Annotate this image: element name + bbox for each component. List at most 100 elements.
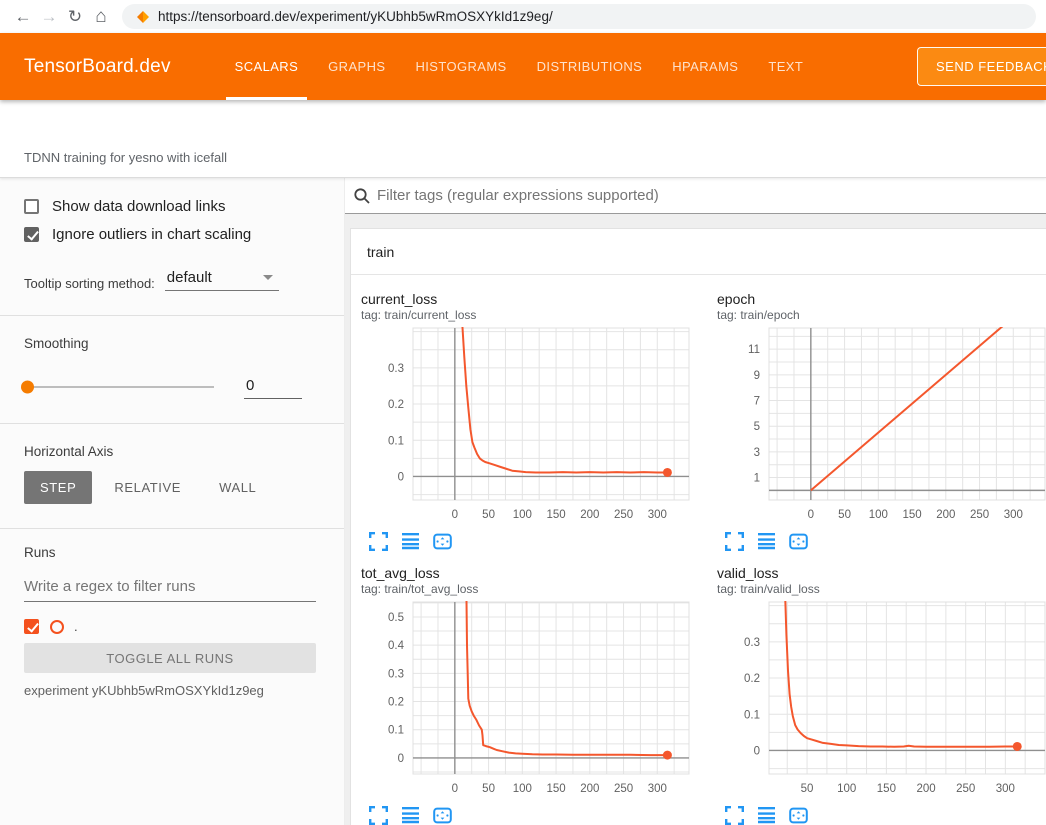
run-color-swatch[interactable] — [50, 620, 64, 634]
svg-text:0: 0 — [452, 509, 458, 521]
url-text[interactable]: https://tensorboard.dev/experiment/yKUbh… — [158, 9, 553, 24]
fullscreen-icon[interactable] — [369, 806, 388, 825]
smoothing-value-input[interactable] — [244, 375, 302, 399]
svg-text:0.5: 0.5 — [388, 612, 404, 624]
train-group-header[interactable]: train — [351, 229, 1046, 275]
tab-hparams[interactable]: HPARAMS — [657, 33, 753, 100]
axis-step-button[interactable]: STEP — [24, 471, 92, 504]
browser-toolbar: ← → ↻ ⌂ https://tensorboard.dev/experime… — [0, 0, 1046, 33]
tab-text[interactable]: TEXT — [753, 33, 818, 100]
chart-valid-loss: valid_loss tag: train/valid_loss 5010015… — [707, 565, 1046, 825]
home-icon[interactable]: ⌂ — [88, 6, 114, 28]
axis-relative-button[interactable]: RELATIVE — [98, 471, 197, 504]
tab-histograms[interactable]: HISTOGRAMS — [400, 33, 521, 100]
main-content: train current_loss tag: train/current_lo… — [345, 178, 1046, 825]
log-scale-icon[interactable] — [401, 532, 420, 551]
chevron-down-icon — [263, 275, 273, 280]
tab-distributions[interactable]: DISTRIBUTIONS — [522, 33, 658, 100]
svg-text:0.3: 0.3 — [388, 668, 404, 680]
horizontal-axis-label: Horizontal Axis — [24, 444, 320, 459]
svg-text:11: 11 — [748, 344, 760, 356]
svg-text:200: 200 — [580, 783, 599, 795]
tooltip-sorting-value: default — [167, 269, 212, 286]
smoothing-section: Smoothing — [0, 316, 344, 424]
ignore-outliers-checkbox[interactable] — [24, 227, 39, 242]
line-chart[interactable]: 05010015020025030000.10.20.30.40.5 — [351, 598, 691, 800]
ignore-outliers-checkbox-row[interactable]: Ignore outliers in chart scaling — [24, 226, 320, 243]
svg-text:250: 250 — [956, 783, 975, 795]
log-scale-icon[interactable] — [757, 806, 776, 825]
chart-tag: tag: train/valid_loss — [717, 582, 1046, 596]
chart-tot-avg-loss: tot_avg_loss tag: train/tot_avg_loss 050… — [351, 565, 707, 825]
chart-current-loss: current_loss tag: train/current_loss 050… — [351, 291, 707, 553]
svg-text:1: 1 — [754, 473, 760, 485]
chart-actions — [725, 806, 1046, 825]
line-chart[interactable]: 5010015020025030000.10.20.3 — [707, 598, 1046, 800]
smoothing-slider[interactable] — [24, 386, 214, 388]
back-icon[interactable]: ← — [10, 7, 36, 27]
show-download-links-checkbox[interactable] — [24, 199, 39, 214]
forward-icon[interactable]: → — [36, 7, 62, 27]
runs-section: Runs . TOGGLE ALL RUNS experiment yKUbhb… — [0, 529, 344, 722]
run-row[interactable]: . — [24, 619, 320, 634]
horizontal-axis-section: Horizontal Axis STEP RELATIVE WALL — [0, 424, 344, 529]
svg-text:250: 250 — [614, 509, 633, 521]
tab-bar: SCALARS GRAPHS HISTOGRAMS DISTRIBUTIONS … — [220, 33, 819, 100]
settings-sidebar: Show data download links Ignore outliers… — [0, 178, 345, 825]
toggle-all-runs-button[interactable]: TOGGLE ALL RUNS — [24, 643, 316, 673]
svg-text:0: 0 — [398, 753, 404, 765]
svg-text:300: 300 — [648, 783, 667, 795]
charts-grid: current_loss tag: train/current_loss 050… — [351, 275, 1046, 825]
run-checkbox[interactable] — [24, 619, 39, 634]
tab-graphs[interactable]: GRAPHS — [313, 33, 400, 100]
svg-text:50: 50 — [801, 783, 814, 795]
runs-filter-input[interactable] — [24, 574, 316, 602]
log-scale-icon[interactable] — [401, 806, 420, 825]
log-scale-icon[interactable] — [757, 532, 776, 551]
chart-tag: tag: train/tot_avg_loss — [361, 582, 707, 596]
app-header: TensorBoard.dev SCALARS GRAPHS HISTOGRAM… — [0, 33, 1046, 100]
tab-scalars[interactable]: SCALARS — [220, 33, 314, 100]
line-chart[interactable]: 05010015020025030000.10.20.3 — [351, 324, 691, 526]
train-group-card: train current_loss tag: train/current_lo… — [350, 228, 1046, 825]
fit-domain-icon[interactable] — [789, 806, 808, 825]
svg-text:200: 200 — [936, 509, 955, 521]
svg-text:0.3: 0.3 — [744, 637, 760, 649]
svg-text:150: 150 — [546, 509, 565, 521]
chart-actions — [725, 532, 1046, 551]
send-feedback-button[interactable]: SEND FEEDBACK — [917, 47, 1046, 86]
fullscreen-icon[interactable] — [725, 532, 744, 551]
svg-text:150: 150 — [877, 783, 896, 795]
show-download-links-checkbox-row[interactable]: Show data download links — [24, 198, 320, 215]
tag-filter-input[interactable] — [377, 187, 1038, 204]
smoothing-slider-thumb[interactable] — [21, 381, 34, 394]
chart-tag: tag: train/current_loss — [361, 308, 707, 322]
fit-domain-icon[interactable] — [433, 532, 452, 551]
line-chart[interactable]: 0501001502002503001357911 — [707, 324, 1046, 526]
address-bar[interactable]: https://tensorboard.dev/experiment/yKUbh… — [122, 4, 1036, 29]
svg-text:0: 0 — [398, 471, 404, 483]
svg-text:50: 50 — [482, 783, 495, 795]
brand-logo: TensorBoard.dev — [24, 56, 171, 78]
svg-text:100: 100 — [513, 509, 532, 521]
svg-text:0.1: 0.1 — [388, 725, 404, 737]
reload-icon[interactable]: ↻ — [62, 7, 88, 27]
axis-wall-button[interactable]: WALL — [203, 471, 272, 504]
svg-text:0.1: 0.1 — [744, 709, 760, 721]
general-settings-section: Show data download links Ignore outliers… — [0, 178, 344, 316]
fit-domain-icon[interactable] — [789, 532, 808, 551]
fullscreen-icon[interactable] — [369, 532, 388, 551]
svg-text:5: 5 — [754, 421, 760, 433]
svg-text:0.2: 0.2 — [388, 697, 404, 709]
svg-text:0.2: 0.2 — [388, 399, 404, 411]
svg-text:250: 250 — [970, 509, 989, 521]
tooltip-sorting-dropdown[interactable]: default — [165, 269, 279, 291]
fit-domain-icon[interactable] — [433, 806, 452, 825]
svg-text:150: 150 — [902, 509, 921, 521]
chart-actions — [369, 532, 707, 551]
fullscreen-icon[interactable] — [725, 806, 744, 825]
experiment-caption: experiment yKUbhb5wRmOSXYkId1z9eg — [24, 683, 320, 698]
tooltip-sorting-label: Tooltip sorting method: — [24, 276, 155, 291]
svg-text:3: 3 — [754, 447, 760, 459]
svg-text:200: 200 — [916, 783, 935, 795]
